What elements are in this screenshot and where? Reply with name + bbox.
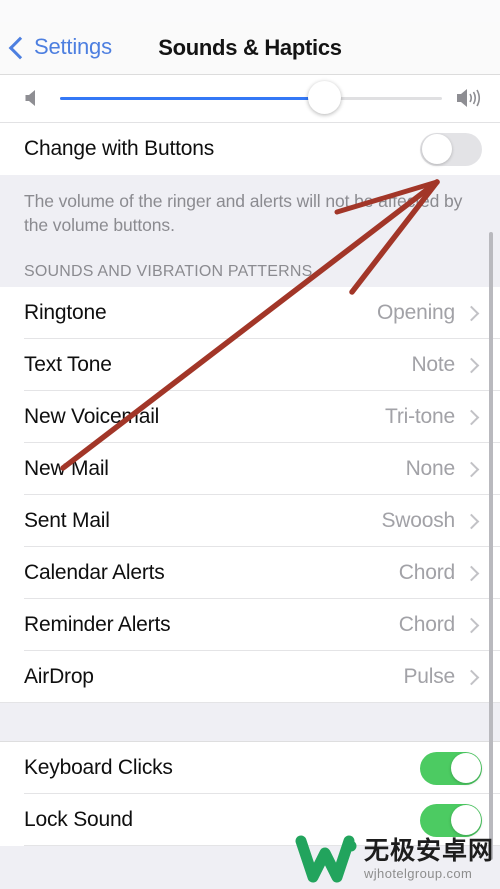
table-row[interactable]: Ringtone Opening bbox=[0, 287, 500, 340]
row-value: None bbox=[405, 457, 456, 481]
watermark-text: 无极安卓网 wjhotelgroup.com bbox=[363, 836, 494, 881]
watermark-url: wjhotelgroup.com bbox=[363, 865, 473, 881]
table-row[interactable]: New Mail None bbox=[0, 443, 500, 496]
row-label: Calendar Alerts bbox=[24, 561, 165, 585]
row-value: Swoosh bbox=[381, 509, 455, 533]
volume-slider-track[interactable] bbox=[60, 97, 442, 100]
change-with-buttons-footer: The volume of the ringer and alerts will… bbox=[0, 175, 500, 254]
row-accessory: Chord bbox=[398, 561, 480, 585]
row-label: Reminder Alerts bbox=[24, 613, 171, 637]
settings-scroll-area[interactable]: Change with Buttons The volume of the ri… bbox=[0, 75, 500, 889]
table-row[interactable]: Keyboard Clicks bbox=[0, 742, 500, 795]
row-label: Lock Sound bbox=[24, 808, 133, 832]
row-label: AirDrop bbox=[24, 665, 94, 689]
row-accessory: Swoosh bbox=[381, 509, 480, 533]
change-with-buttons-row[interactable]: Change with Buttons bbox=[0, 123, 500, 175]
toggle-knob bbox=[421, 134, 452, 164]
table-row[interactable]: Reminder Alerts Chord bbox=[0, 599, 500, 652]
chevron-right-icon bbox=[463, 409, 480, 426]
watermark: 无极安卓网 wjhotelgroup.com bbox=[295, 833, 494, 885]
chevron-right-icon bbox=[463, 357, 480, 374]
table-row[interactable]: Calendar Alerts Chord bbox=[0, 547, 500, 600]
row-value: Tri-tone bbox=[385, 405, 455, 429]
table-row[interactable]: New Voicemail Tri-tone bbox=[0, 391, 500, 444]
keyboard-clicks-toggle[interactable] bbox=[420, 751, 482, 785]
row-label: New Mail bbox=[24, 457, 109, 481]
vertical-scrollbar[interactable] bbox=[489, 232, 493, 860]
chevron-right-icon bbox=[463, 669, 480, 686]
toggle-knob bbox=[450, 805, 481, 836]
ringer-volume-row[interactable] bbox=[0, 75, 500, 123]
sounds-section-header: SOUNDS AND VIBRATION PATTERNS bbox=[0, 253, 500, 288]
speaker-mute-icon bbox=[25, 90, 35, 106]
volume-slider-knob[interactable] bbox=[308, 81, 341, 114]
section-gap bbox=[0, 703, 500, 743]
toggle-knob bbox=[450, 753, 481, 784]
row-separator bbox=[0, 702, 500, 704]
ios-settings-screen: Settings Sounds & Haptics Change with Bu… bbox=[0, 0, 500, 889]
volume-slider-fill bbox=[60, 97, 325, 100]
row-accessory: Pulse bbox=[403, 665, 480, 689]
w-logo-icon bbox=[295, 835, 357, 883]
row-value: Chord bbox=[398, 561, 455, 585]
row-label: Ringtone bbox=[24, 301, 107, 325]
row-label: Keyboard Clicks bbox=[24, 756, 173, 780]
row-label: New Voicemail bbox=[24, 405, 160, 429]
row-value: Opening bbox=[377, 301, 455, 325]
row-value: Pulse bbox=[403, 665, 455, 689]
chevron-right-icon bbox=[463, 461, 480, 478]
navigation-bar: Settings Sounds & Haptics bbox=[0, 22, 500, 75]
watermark-title: 无极安卓网 bbox=[363, 836, 494, 865]
row-accessory: Opening bbox=[377, 301, 480, 325]
table-row[interactable]: Text Tone Note bbox=[0, 339, 500, 392]
status-bar-strip bbox=[0, 0, 500, 22]
speaker-waves-icon bbox=[457, 89, 481, 107]
page-title: Sounds & Haptics bbox=[158, 35, 342, 60]
change-with-buttons-toggle[interactable] bbox=[420, 132, 482, 166]
row-label: Text Tone bbox=[24, 353, 112, 377]
table-row[interactable]: Sent Mail Swoosh bbox=[0, 495, 500, 548]
row-accessory: Chord bbox=[398, 613, 480, 637]
row-accessory: None bbox=[405, 457, 480, 481]
lock-sound-toggle[interactable] bbox=[420, 803, 482, 837]
change-with-buttons-label: Change with Buttons bbox=[24, 137, 214, 160]
chevron-right-icon bbox=[463, 513, 480, 530]
row-value: Note bbox=[411, 353, 455, 377]
row-accessory: Tri-tone bbox=[385, 405, 480, 429]
row-accessory: Note bbox=[411, 353, 480, 377]
chevron-right-icon bbox=[463, 617, 480, 634]
row-value: Chord bbox=[398, 613, 455, 637]
lock-sound-toggle-holder bbox=[420, 803, 482, 837]
row-label: Sent Mail bbox=[24, 509, 110, 533]
keyboard-clicks-toggle-holder bbox=[420, 751, 482, 785]
chevron-right-icon bbox=[463, 565, 480, 582]
chevron-right-icon bbox=[463, 305, 480, 322]
table-row[interactable]: AirDrop Pulse bbox=[0, 651, 500, 704]
change-with-buttons-toggle-holder bbox=[420, 132, 482, 166]
